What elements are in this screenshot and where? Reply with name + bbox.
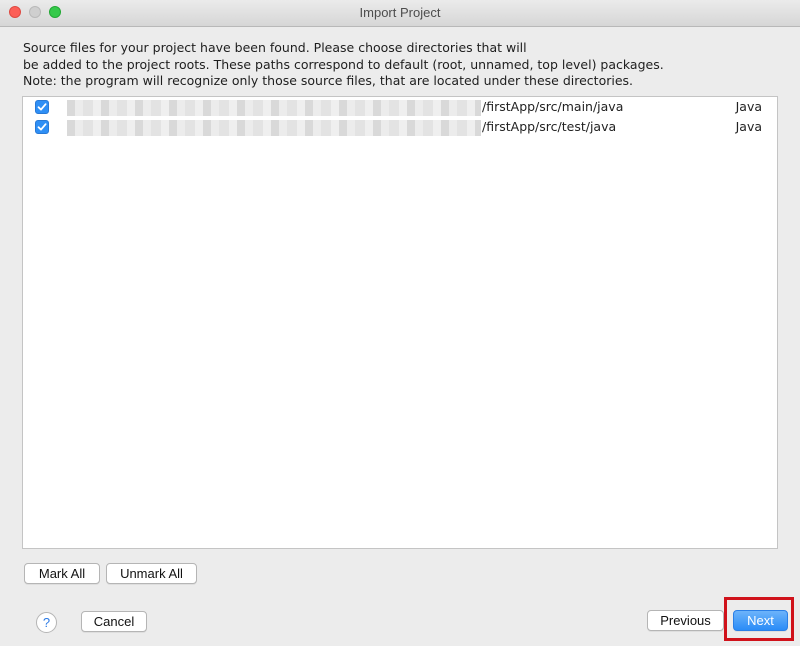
directory-checkbox[interactable] [35, 120, 49, 134]
title-bar: Import Project [0, 0, 800, 27]
description-line-2: be added to the project roots. These pat… [23, 56, 664, 72]
directory-language: Java [735, 119, 762, 134]
unmark-all-button[interactable]: Unmark All [106, 563, 197, 584]
directory-row[interactable]: /firstApp/src/main/java Java [23, 97, 777, 117]
description-line-3: Note: the program will recognize only th… [23, 73, 634, 88]
source-directories-list[interactable]: /firstApp/src/main/java Java /firstApp/s… [22, 96, 778, 549]
description-line-1: Source files for your project have been … [23, 40, 527, 55]
directory-row[interactable]: /firstApp/src/test/java Java [23, 117, 777, 137]
redacted-path-prefix [67, 120, 481, 136]
directory-language: Java [735, 99, 762, 114]
cancel-button[interactable]: Cancel [81, 611, 147, 632]
redacted-path-prefix [67, 100, 481, 116]
help-button[interactable]: ? [36, 612, 57, 633]
next-button-highlight [724, 597, 794, 641]
directory-path: /firstApp/src/test/java [482, 119, 617, 134]
directory-path: /firstApp/src/main/java [482, 99, 624, 114]
window-title: Import Project [359, 5, 441, 20]
previous-button[interactable]: Previous [647, 610, 724, 631]
description-text: Source files for your project have been … [23, 40, 783, 90]
mark-all-button[interactable]: Mark All [24, 563, 100, 584]
directory-checkbox[interactable] [35, 100, 49, 114]
checkmark-icon [37, 123, 47, 131]
checkmark-icon [37, 103, 47, 111]
